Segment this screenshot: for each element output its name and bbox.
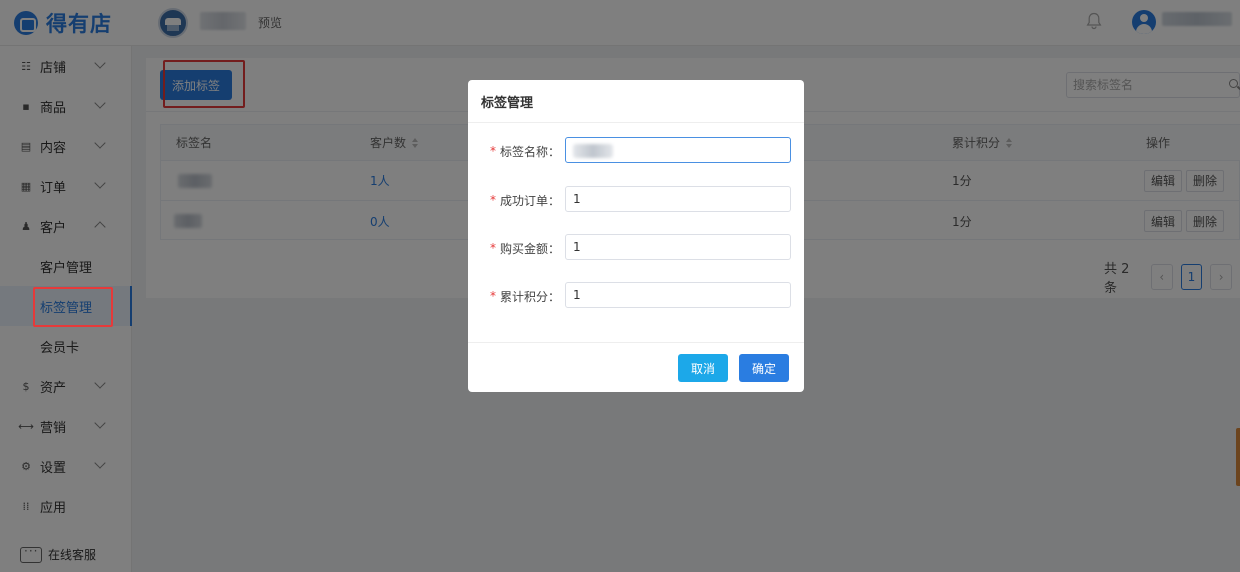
highlight-box-tag-management: [33, 287, 113, 327]
form-row-tag-name: * 标签名称：: [468, 137, 804, 165]
dialog-footer-divider: [468, 342, 804, 343]
confirm-button[interactable]: 确定: [739, 354, 789, 382]
form-label: * 标签名称：: [489, 144, 560, 159]
form-label: * 购买金额：: [489, 241, 560, 256]
required-mark: *: [489, 241, 496, 255]
points-field[interactable]: [565, 282, 791, 308]
required-mark: *: [489, 193, 496, 207]
form-label: * 成功订单：: [489, 193, 560, 208]
required-mark: *: [489, 144, 496, 158]
cancel-button[interactable]: 取消: [678, 354, 728, 382]
form-label: * 累计积分：: [489, 289, 560, 304]
purchase-amount-field[interactable]: [565, 234, 791, 260]
required-mark: *: [489, 289, 496, 303]
tag-dialog: 标签管理 *标签名称： *成功订单： *购买金额： *累计积分： 取消 确定: [468, 80, 804, 392]
dialog-title: 标签管理: [481, 96, 534, 111]
form-row-success-orders: * 成功订单：: [468, 186, 804, 214]
form-row-points: * 累计积分：: [468, 282, 804, 310]
tag-name-redacted: [573, 144, 613, 158]
dialog-header-divider: [468, 122, 804, 123]
success-orders-field[interactable]: [565, 186, 791, 212]
form-row-purchase-amount: * 购买金额：: [468, 234, 804, 262]
